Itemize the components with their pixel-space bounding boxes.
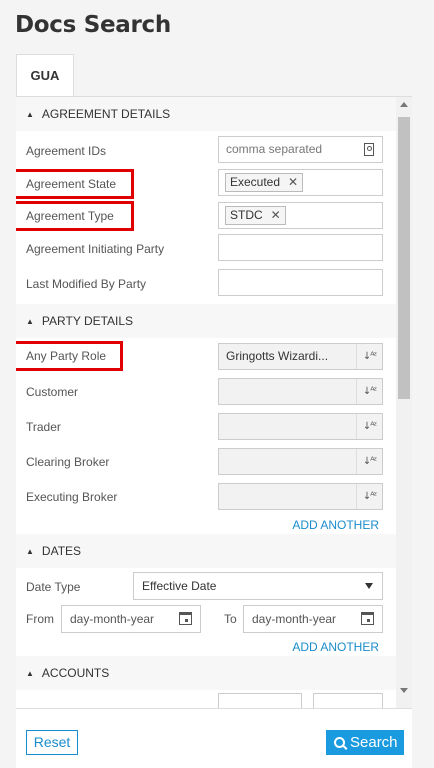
- accounts-field-partial[interactable]: [218, 693, 302, 708]
- sort-az-icon[interactable]: ↓ᴬᶻ: [356, 484, 382, 509]
- any-party-role-highlight: [16, 341, 123, 371]
- last-modified-input[interactable]: [218, 269, 383, 296]
- sort-az-icon[interactable]: ↓ᴬᶻ: [356, 414, 382, 439]
- contact-card-icon[interactable]: [356, 137, 382, 162]
- date-type-select[interactable]: Effective Date: [133, 572, 383, 600]
- executing-broker-label: Executing Broker: [26, 490, 118, 504]
- calendar-icon[interactable]: [179, 612, 192, 625]
- any-party-role-value: Gringotts Wizardi...: [226, 349, 329, 363]
- close-icon[interactable]: ✕: [288, 175, 298, 189]
- party-details-heading: PARTY DETAILS: [41, 314, 134, 328]
- trader-select[interactable]: ↓ᴬᶻ: [218, 413, 383, 440]
- tab-gua[interactable]: GUA: [16, 54, 74, 96]
- customer-select[interactable]: ↓ᴬᶻ: [218, 378, 383, 405]
- dates-heading: DATES: [41, 544, 82, 558]
- triangle-up-icon: ▲: [26, 317, 34, 326]
- agreement-type-field[interactable]: STDC ✕: [218, 202, 383, 229]
- triangle-up-icon: ▲: [26, 110, 34, 119]
- agreement-ids-label: Agreement IDs: [26, 144, 107, 158]
- to-date-input[interactable]: day-month-year: [243, 605, 383, 633]
- page-title: Docs Search: [15, 12, 171, 38]
- any-party-role-select[interactable]: Gringotts Wizardi... ↓ᴬᶻ: [218, 343, 383, 370]
- date-type-value: Effective Date: [142, 579, 217, 593]
- customer-label: Customer: [26, 385, 79, 399]
- agreement-type-chip-label: STDC: [230, 208, 263, 222]
- agreement-details-heading: AGREEMENT DETAILS: [41, 107, 171, 121]
- accounts-header[interactable]: ▲ ACCOUNTS: [16, 656, 396, 690]
- date-type-label: Date Type: [26, 580, 81, 594]
- agreement-state-chip: Executed ✕: [225, 173, 304, 192]
- agreement-ids-placeholder: comma separated: [226, 142, 323, 156]
- triangle-up-icon: ▲: [26, 669, 34, 678]
- sort-az-icon[interactable]: ↓ᴬᶻ: [356, 449, 382, 474]
- sort-az-icon[interactable]: ↓ᴬᶻ: [356, 379, 382, 404]
- clearing-broker-label: Clearing Broker: [26, 455, 110, 469]
- search-icon: [334, 737, 345, 748]
- scrollbar[interactable]: [396, 97, 412, 708]
- sort-az-icon[interactable]: ↓ᴬᶻ: [356, 344, 382, 369]
- scroll-down-icon[interactable]: [400, 688, 408, 693]
- to-label: To: [224, 612, 237, 626]
- party-details-header[interactable]: ▲ PARTY DETAILS: [16, 304, 396, 338]
- calendar-icon[interactable]: [361, 612, 374, 625]
- party-add-another-link[interactable]: ADD ANOTHER: [292, 518, 379, 532]
- executing-broker-select[interactable]: ↓ᴬᶻ: [218, 483, 383, 510]
- dates-header[interactable]: ▲ DATES: [16, 534, 396, 568]
- agreement-type-highlight: [16, 201, 134, 231]
- agreement-state-highlight: [16, 169, 134, 199]
- search-button-label: Search: [350, 734, 398, 751]
- to-date-placeholder: day-month-year: [252, 612, 337, 626]
- agreement-state-field[interactable]: Executed ✕: [218, 169, 383, 196]
- chevron-down-icon: [365, 583, 373, 589]
- search-button[interactable]: Search: [326, 730, 404, 755]
- from-date-input[interactable]: day-month-year: [61, 605, 201, 633]
- agreement-ids-input[interactable]: comma separated: [218, 136, 383, 163]
- agreement-state-chip-label: Executed: [230, 175, 281, 189]
- footer-bar: Reset Search: [16, 708, 412, 768]
- triangle-up-icon: ▲: [26, 547, 34, 556]
- docs-search-page: Docs Search GUA ▲ AGREEMENT DETAILS Agree…: [0, 0, 434, 768]
- trader-label: Trader: [26, 420, 61, 434]
- initiating-party-label: Agreement Initiating Party: [26, 242, 165, 256]
- search-panel: ▲ AGREEMENT DETAILS Agreement IDs comma s…: [16, 96, 412, 708]
- close-icon[interactable]: ✕: [271, 208, 281, 222]
- agreement-details-header[interactable]: ▲ AGREEMENT DETAILS: [16, 97, 396, 131]
- reset-button[interactable]: Reset: [26, 730, 78, 755]
- initiating-party-input[interactable]: [218, 234, 383, 261]
- last-modified-label: Last Modified By Party: [26, 277, 147, 291]
- accounts-heading: ACCOUNTS: [41, 666, 110, 680]
- scroll-thumb[interactable]: [398, 117, 410, 399]
- clearing-broker-select[interactable]: ↓ᴬᶻ: [218, 448, 383, 475]
- agreement-type-chip: STDC ✕: [225, 206, 286, 225]
- accounts-field-partial[interactable]: [313, 693, 383, 708]
- scroll-up-icon[interactable]: [400, 102, 408, 107]
- from-date-placeholder: day-month-year: [70, 612, 155, 626]
- from-label: From: [26, 612, 54, 626]
- dates-add-another-link[interactable]: ADD ANOTHER: [292, 640, 379, 654]
